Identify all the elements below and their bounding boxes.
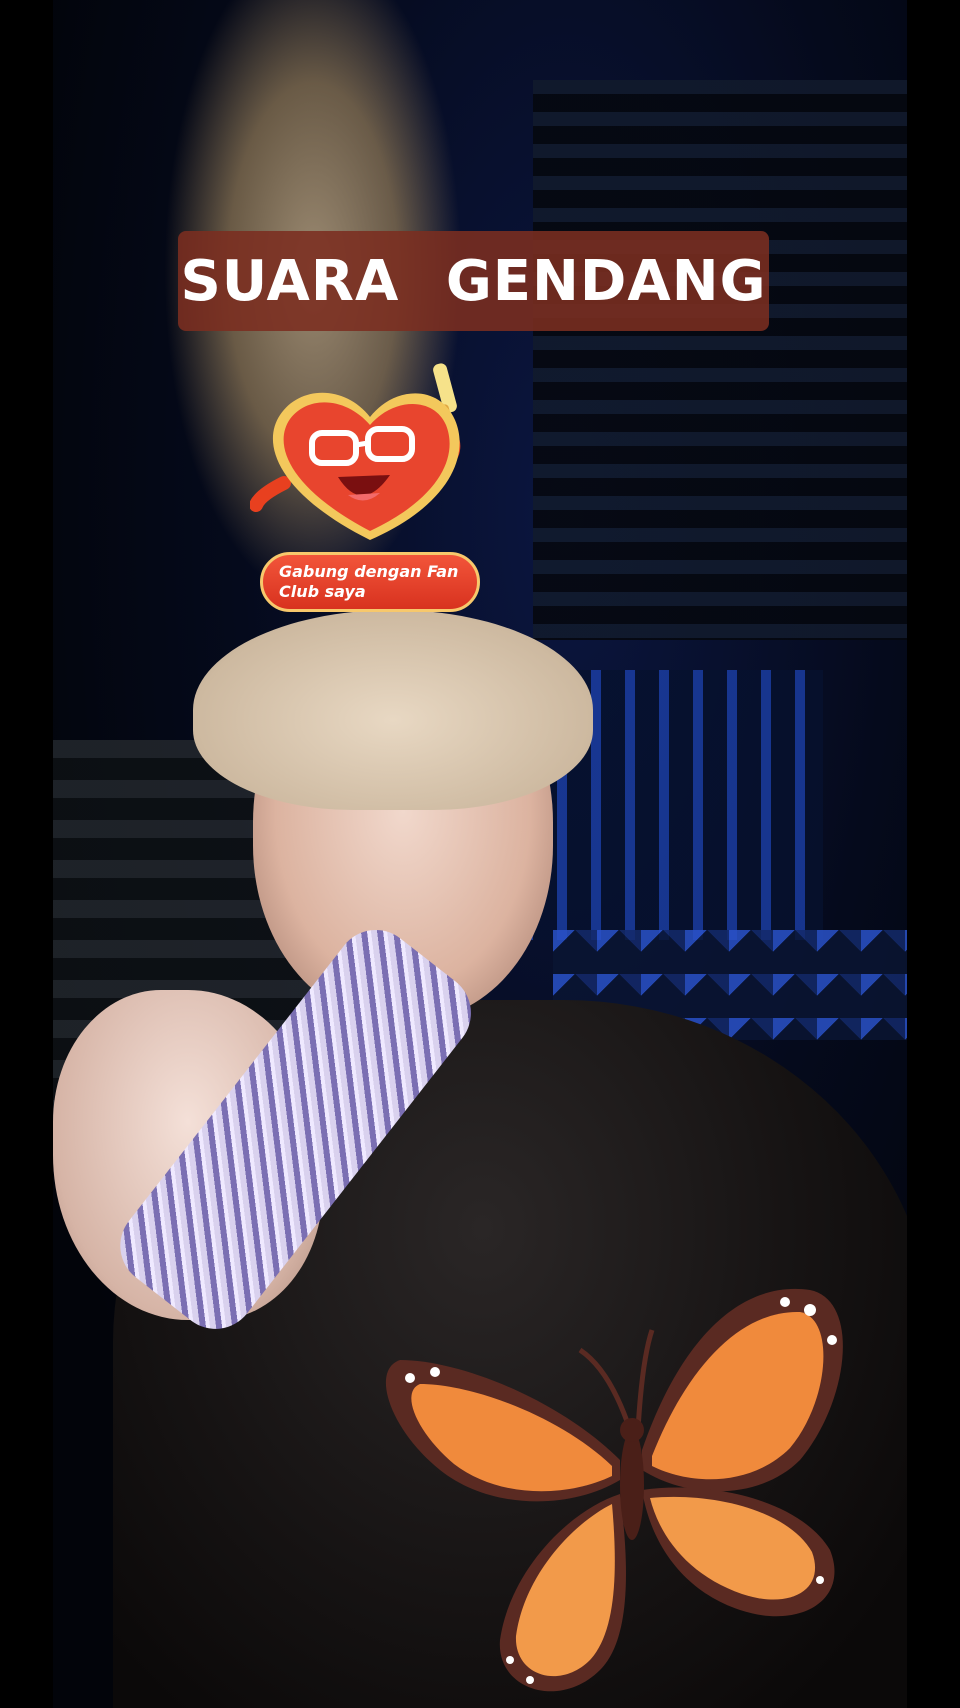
singer-beret	[193, 610, 593, 810]
fan-club-label: Gabung dengan Fan Club saya	[279, 562, 459, 601]
app-frame: SUARA GENDANG Gabung dengan Fan Club say…	[0, 0, 960, 1708]
acoustic-foam-panel	[533, 80, 907, 640]
title-text: SUARA GENDANG	[180, 248, 767, 314]
heart-mascot-icon	[250, 363, 461, 540]
fan-club-join-button[interactable]: Gabung dengan Fan Club saya	[260, 552, 480, 612]
butterfly-icon	[385, 1288, 843, 1692]
fan-club-sticker[interactable]: Gabung dengan Fan Club saya	[250, 355, 490, 615]
title-banner: SUARA GENDANG	[178, 231, 769, 331]
